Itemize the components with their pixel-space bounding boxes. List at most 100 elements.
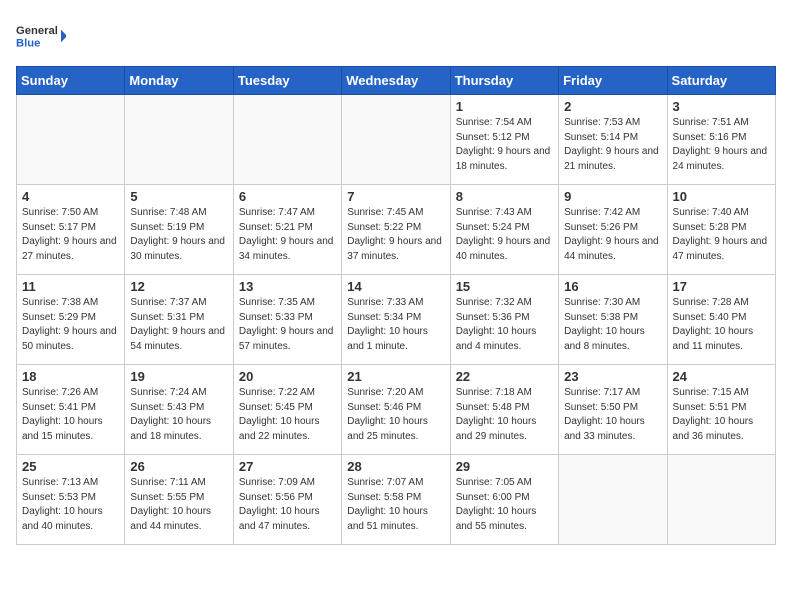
calendar-cell: 7 Sunrise: 7:45 AMSunset: 5:22 PMDaylight… xyxy=(342,185,450,275)
calendar-cell xyxy=(17,95,125,185)
day-detail: Sunrise: 7:54 AMSunset: 5:12 PMDaylight:… xyxy=(456,116,553,174)
calendar-cell xyxy=(667,455,775,545)
calendar-cell: 11 Sunrise: 7:38 AMSunset: 5:29 PMDayligh… xyxy=(17,275,125,365)
day-detail: Sunrise: 7:53 AMSunset: 5:14 PMDaylight:… xyxy=(564,116,661,174)
calendar-cell: 6Sunrise: 7:47 AMSunset: 5:21 PMDaylight… xyxy=(233,185,341,275)
svg-text:Blue: Blue xyxy=(16,38,40,50)
day-detail: Sunrise: 7:11 AMSunset: 5:55 PMDaylight:… xyxy=(130,476,227,534)
day-detail: Sunrise: 7:18 AMSunset: 5:48 PMDaylight:… xyxy=(456,386,553,444)
day-detail: Sunrise: 7:38 AMSunset: 5:29 PMDaylight:… xyxy=(22,296,119,354)
day-number: 22 xyxy=(456,369,553,384)
logo-svg: General Blue xyxy=(16,16,66,56)
day-number: 17 xyxy=(673,279,770,294)
day-number: 20 xyxy=(239,369,336,384)
calendar-cell: 26 Sunrise: 7:11 AMSunset: 5:55 PMDayligh… xyxy=(125,455,233,545)
weekday-header: Monday xyxy=(125,67,233,95)
calendar-cell: 17 Sunrise: 7:28 AMSunset: 5:40 PMDayligh… xyxy=(667,275,775,365)
day-detail: Sunrise: 7:05 AMSunset: 6:00 PMDaylight:… xyxy=(456,476,553,534)
day-number: 18 xyxy=(22,369,119,384)
day-number: 1 xyxy=(456,99,553,114)
day-number: 29 xyxy=(456,459,553,474)
day-number: 27 xyxy=(239,459,336,474)
day-number: 6 xyxy=(239,189,336,204)
day-detail: Sunrise: 7:28 AMSunset: 5:40 PMDaylight:… xyxy=(673,296,770,354)
calendar-cell xyxy=(342,95,450,185)
page-header: General Blue xyxy=(16,16,776,56)
calendar-table: SundayMondayTuesdayWednesdayThursdayFrid… xyxy=(16,66,776,545)
day-detail: Sunrise: 7:17 AMSunset: 5:50 PMDaylight:… xyxy=(564,386,661,444)
day-number: 9 xyxy=(564,189,661,204)
day-number: 3 xyxy=(673,99,770,114)
calendar-cell: 16 Sunrise: 7:30 AMSunset: 5:38 PMDayligh… xyxy=(559,275,667,365)
calendar-cell xyxy=(125,95,233,185)
day-number: 7 xyxy=(347,189,444,204)
logo: General Blue xyxy=(16,16,66,56)
day-number: 28 xyxy=(347,459,444,474)
day-number: 26 xyxy=(130,459,227,474)
calendar-cell: 5 Sunrise: 7:48 AMSunset: 5:19 PMDaylight… xyxy=(125,185,233,275)
day-detail: Sunrise: 7:33 AMSunset: 5:34 PMDaylight:… xyxy=(347,296,444,354)
calendar-cell xyxy=(559,455,667,545)
day-number: 14 xyxy=(347,279,444,294)
calendar-cell: 28 Sunrise: 7:07 AMSunset: 5:58 PMDayligh… xyxy=(342,455,450,545)
calendar-cell: 22 Sunrise: 7:18 AMSunset: 5:48 PMDayligh… xyxy=(450,365,558,455)
svg-text:General: General xyxy=(16,25,58,37)
calendar-cell: 20 Sunrise: 7:22 AMSunset: 5:45 PMDayligh… xyxy=(233,365,341,455)
day-number: 19 xyxy=(130,369,227,384)
calendar-cell: 3 Sunrise: 7:51 AMSunset: 5:16 PMDaylight… xyxy=(667,95,775,185)
day-detail: Sunrise: 7:50 AMSunset: 5:17 PMDaylight:… xyxy=(22,206,119,264)
weekday-header: Saturday xyxy=(667,67,775,95)
weekday-header: Friday xyxy=(559,67,667,95)
weekday-header: Wednesday xyxy=(342,67,450,95)
day-number: 5 xyxy=(130,189,227,204)
calendar-cell: 8 Sunrise: 7:43 AMSunset: 5:24 PMDaylight… xyxy=(450,185,558,275)
day-detail: Sunrise: 7:24 AMSunset: 5:43 PMDaylight:… xyxy=(130,386,227,444)
day-detail: Sunrise: 7:20 AMSunset: 5:46 PMDaylight:… xyxy=(347,386,444,444)
calendar-cell: 25Sunrise: 7:13 AMSunset: 5:53 PMDayligh… xyxy=(17,455,125,545)
day-number: 2 xyxy=(564,99,661,114)
day-number: 12 xyxy=(130,279,227,294)
day-detail: Sunrise: 7:22 AMSunset: 5:45 PMDaylight:… xyxy=(239,386,336,444)
day-detail: Sunrise: 7:32 AMSunset: 5:36 PMDaylight:… xyxy=(456,296,553,354)
weekday-header: Thursday xyxy=(450,67,558,95)
calendar-cell: 27 Sunrise: 7:09 AMSunset: 5:56 PMDayligh… xyxy=(233,455,341,545)
calendar-cell: 2 Sunrise: 7:53 AMSunset: 5:14 PMDaylight… xyxy=(559,95,667,185)
calendar-cell: 12 Sunrise: 7:37 AMSunset: 5:31 PMDayligh… xyxy=(125,275,233,365)
day-number: 8 xyxy=(456,189,553,204)
weekday-header: Tuesday xyxy=(233,67,341,95)
day-detail: Sunrise: 7:43 AMSunset: 5:24 PMDaylight:… xyxy=(456,206,553,264)
calendar-cell: 15 Sunrise: 7:32 AMSunset: 5:36 PMDayligh… xyxy=(450,275,558,365)
calendar-cell: 29 Sunrise: 7:05 AMSunset: 6:00 PMDayligh… xyxy=(450,455,558,545)
day-detail: Sunrise: 7:45 AMSunset: 5:22 PMDaylight:… xyxy=(347,206,444,264)
day-number: 23 xyxy=(564,369,661,384)
calendar-cell: 14 Sunrise: 7:33 AMSunset: 5:34 PMDayligh… xyxy=(342,275,450,365)
calendar-cell: 19 Sunrise: 7:24 AMSunset: 5:43 PMDayligh… xyxy=(125,365,233,455)
day-detail: Sunrise: 7:51 AMSunset: 5:16 PMDaylight:… xyxy=(673,116,770,174)
weekday-header: Sunday xyxy=(17,67,125,95)
day-number: 16 xyxy=(564,279,661,294)
day-detail: Sunrise: 7:09 AMSunset: 5:56 PMDaylight:… xyxy=(239,476,336,534)
calendar-cell: 21 Sunrise: 7:20 AMSunset: 5:46 PMDayligh… xyxy=(342,365,450,455)
day-detail: Sunrise: 7:48 AMSunset: 5:19 PMDaylight:… xyxy=(130,206,227,264)
day-detail: Sunrise: 7:42 AMSunset: 5:26 PMDaylight:… xyxy=(564,206,661,264)
day-detail: Sunrise: 7:30 AMSunset: 5:38 PMDaylight:… xyxy=(564,296,661,354)
calendar-cell: 9 Sunrise: 7:42 AMSunset: 5:26 PMDaylight… xyxy=(559,185,667,275)
calendar-cell: 1 Sunrise: 7:54 AMSunset: 5:12 PMDaylight… xyxy=(450,95,558,185)
day-number: 21 xyxy=(347,369,444,384)
calendar-cell: 23 Sunrise: 7:17 AMSunset: 5:50 PMDayligh… xyxy=(559,365,667,455)
day-number: 4 xyxy=(22,189,119,204)
day-number: 10 xyxy=(673,189,770,204)
day-number: 13 xyxy=(239,279,336,294)
day-detail: Sunrise: 7:26 AMSunset: 5:41 PMDaylight:… xyxy=(22,386,119,444)
day-number: 11 xyxy=(22,279,119,294)
calendar-cell: 4 Sunrise: 7:50 AMSunset: 5:17 PMDaylight… xyxy=(17,185,125,275)
day-detail: Sunrise: 7:13 AMSunset: 5:53 PMDaylight:… xyxy=(22,476,119,534)
day-detail: Sunrise: 7:40 AMSunset: 5:28 PMDaylight:… xyxy=(673,206,770,264)
day-detail: Sunrise: 7:07 AMSunset: 5:58 PMDaylight:… xyxy=(347,476,444,534)
calendar-cell: 24Sunrise: 7:15 AMSunset: 5:51 PMDayligh… xyxy=(667,365,775,455)
calendar-cell: 10 Sunrise: 7:40 AMSunset: 5:28 PMDayligh… xyxy=(667,185,775,275)
day-number: 15 xyxy=(456,279,553,294)
day-detail: Sunrise: 7:15 AMSunset: 5:51 PMDaylight:… xyxy=(673,386,770,444)
day-detail: Sunrise: 7:35 AMSunset: 5:33 PMDaylight:… xyxy=(239,296,336,354)
day-detail: Sunrise: 7:37 AMSunset: 5:31 PMDaylight:… xyxy=(130,296,227,354)
